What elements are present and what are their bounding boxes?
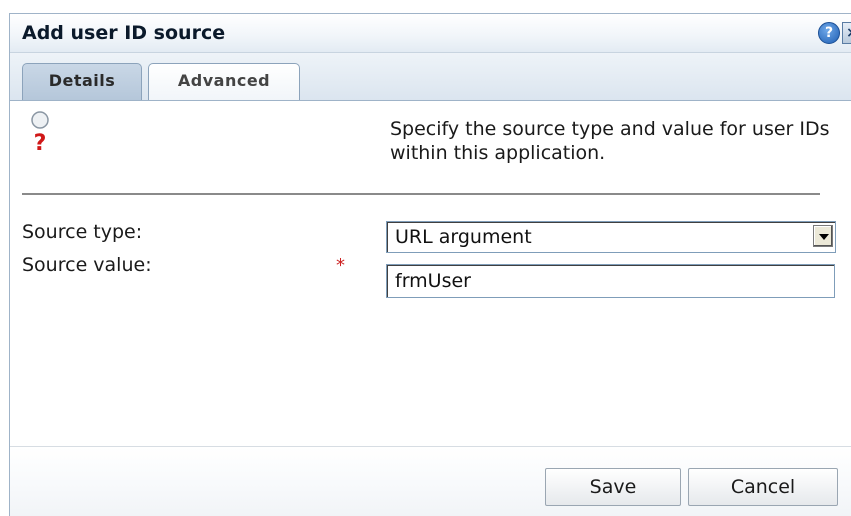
help-icon[interactable]: ? (818, 22, 840, 44)
source-type-select[interactable]: URL argument (386, 221, 836, 253)
dialog-title: Add user ID source (22, 22, 226, 44)
tab-details[interactable]: Details (22, 63, 142, 100)
close-icon[interactable]: × (842, 22, 851, 44)
save-button[interactable]: Save (545, 468, 681, 506)
question-mark-icon: ? (31, 111, 49, 156)
dropdown-arrow-icon[interactable] (813, 225, 833, 247)
tab-advanced[interactable]: Advanced (148, 63, 300, 100)
source-value-label: Source value: (22, 254, 152, 276)
svg-text:?: ? (34, 131, 47, 156)
required-marker: * (336, 255, 345, 276)
dialog-footer: Save Cancel (10, 446, 851, 516)
tab-strip: Details Advanced (10, 53, 851, 101)
dialog-titlebar: Add user ID source ? × (10, 14, 851, 53)
source-type-selected-value: URL argument (395, 226, 532, 248)
intro-text: Specify the source type and value for us… (390, 118, 830, 164)
add-user-id-source-dialog: Add user ID source ? × Details Advanced … (9, 13, 851, 516)
cancel-button[interactable]: Cancel (688, 468, 838, 506)
source-value-input[interactable] (386, 264, 835, 298)
source-type-label: Source type: (22, 221, 143, 243)
section-divider (22, 193, 820, 195)
